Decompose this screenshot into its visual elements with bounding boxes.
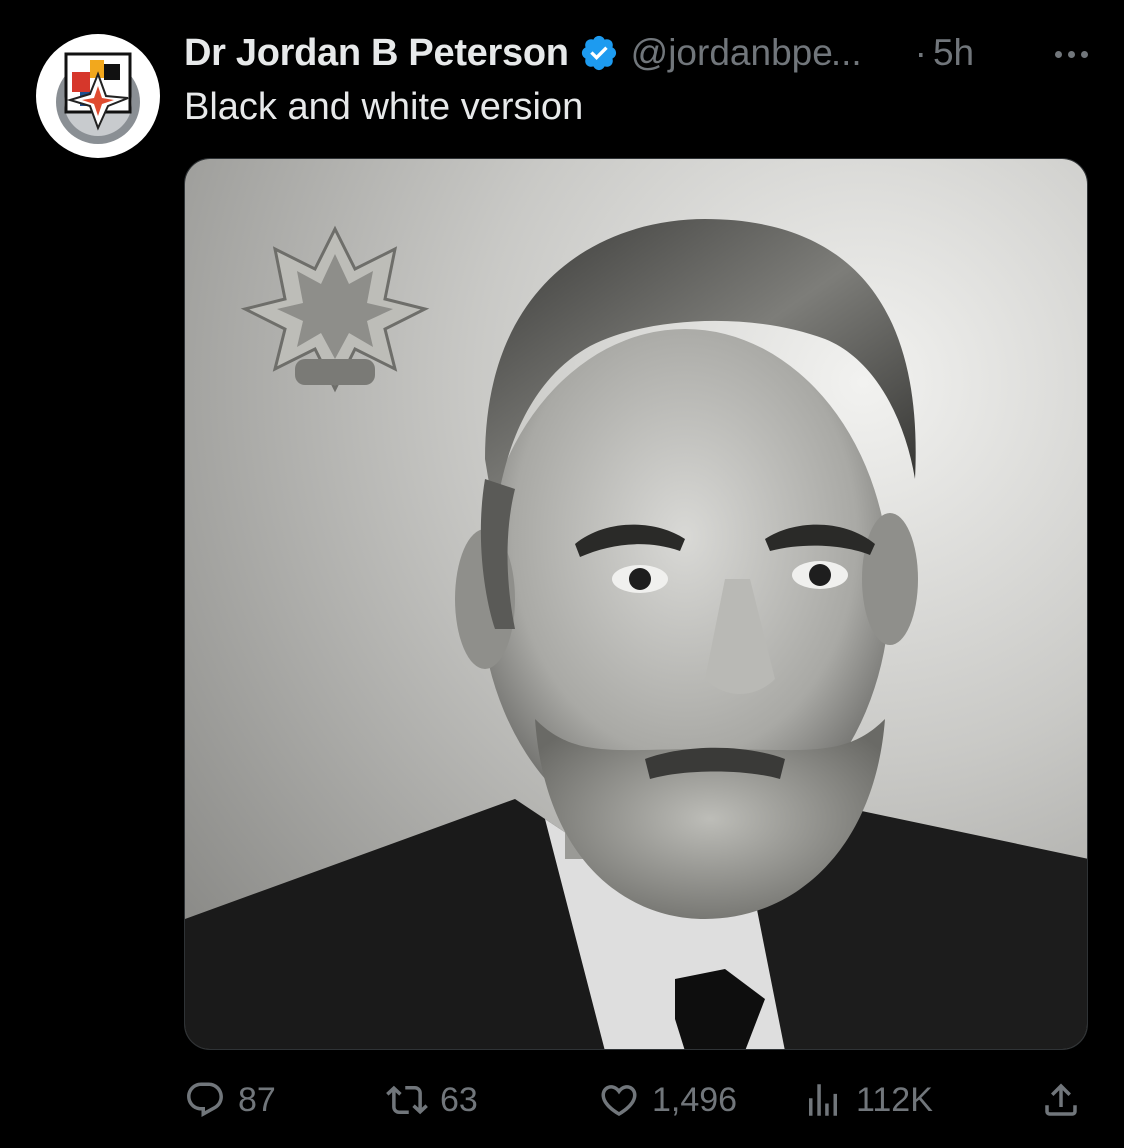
heart-icon <box>601 1085 637 1117</box>
tweet-header: Dr Jordan B Peterson @jordanbpe... · 5h <box>184 28 1088 78</box>
retweet-button[interactable]: 63 <box>386 1072 478 1128</box>
views-count: 112K <box>856 1080 933 1119</box>
more-dots-icon[interactable] <box>1028 34 1088 74</box>
speech-bubble-icon <box>187 1082 223 1117</box>
author-avatar[interactable] <box>36 34 160 158</box>
handle-ellipsis: ... <box>830 32 862 73</box>
like-button[interactable]: 1,496 <box>598 1072 737 1128</box>
tweet-actions: 87 63 1,496 112K <box>184 1072 1088 1128</box>
share-upload-icon <box>1045 1083 1077 1116</box>
retweet-count: 63 <box>440 1080 478 1119</box>
views-button[interactable]: 112K <box>802 1072 933 1128</box>
reply-count: 87 <box>238 1080 276 1119</box>
tweet-timestamp[interactable]: 5h <box>933 32 974 74</box>
share-button[interactable] <box>1040 1072 1082 1128</box>
time-separator: · <box>914 32 927 73</box>
like-count: 1,496 <box>652 1080 738 1119</box>
verified-badge-icon <box>579 33 619 73</box>
avatar-logo-icon <box>38 36 158 156</box>
reply-button[interactable]: 87 <box>184 1072 276 1128</box>
tweet-text: Black and white version <box>184 86 584 128</box>
bar-chart-icon <box>809 1084 837 1116</box>
tweet-media-image[interactable] <box>184 158 1088 1050</box>
author-name[interactable]: Dr Jordan B Peterson <box>184 32 569 75</box>
retweet-arrows-icon <box>386 1085 428 1115</box>
author-handle[interactable]: @jordanbpe... <box>631 32 909 74</box>
tweet: Dr Jordan B Peterson @jordanbpe... · 5h … <box>0 0 1124 1148</box>
